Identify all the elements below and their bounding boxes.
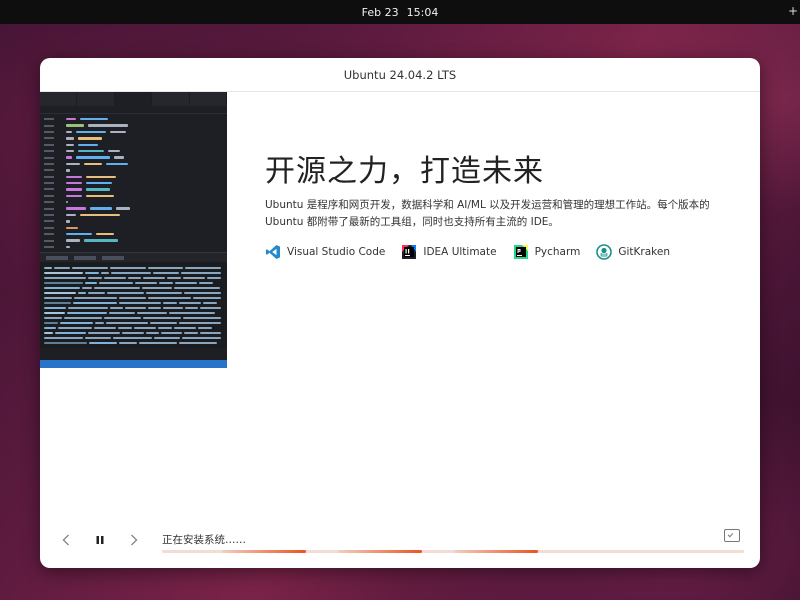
previous-slide-button[interactable]: [56, 530, 76, 550]
installer-window: Ubuntu 24.04.2 LTS 开源之力，打造未来 Ubuntu 是程序和…: [40, 58, 760, 568]
top-bar: Feb 23 15:04 +: [0, 0, 800, 24]
ide-panel-tabs: [40, 252, 227, 263]
next-slide-button[interactable]: [124, 530, 144, 550]
tool-pycharm: Pycharm: [513, 244, 581, 260]
progress-pulse: [222, 550, 306, 553]
ide-terminal: [40, 262, 227, 349]
ide-status-bar: [40, 360, 227, 368]
pycharm-icon: [513, 244, 529, 260]
tool-label: Visual Studio Code: [287, 246, 386, 258]
slideshow-controls: 正在安装系统……: [40, 526, 760, 556]
tool-idea: IDEA Ultimate: [401, 244, 497, 260]
chevron-right-icon: [131, 534, 138, 546]
date-label: Feb 23: [361, 5, 399, 19]
tool-vscode: Visual Studio Code: [265, 244, 385, 260]
vscode-icon: [265, 244, 281, 260]
pause-slideshow-button[interactable]: [90, 530, 110, 550]
gitkraken-icon: [596, 244, 613, 260]
progress-pulse: [338, 550, 422, 553]
tool-label: Pycharm: [534, 246, 581, 258]
slide-headline: 开源之力，打造未来: [265, 154, 544, 189]
show-terminal-button[interactable]: [724, 529, 740, 542]
ide-code-area: [40, 114, 227, 252]
pause-icon: [96, 536, 104, 544]
ide-tool-list: Visual Studio Code IDEA Ultimate Pycharm…: [265, 244, 670, 260]
tool-label: GitKraken: [618, 246, 670, 258]
window-titlebar: Ubuntu 24.04.2 LTS: [40, 58, 760, 92]
install-progress-bar: [162, 550, 744, 553]
install-status-text: 正在安装系统……: [162, 534, 246, 546]
tool-gitkraken: GitKraken: [596, 244, 670, 260]
ide-tabs: [40, 92, 227, 106]
intellij-idea-icon: [401, 244, 417, 260]
time-label: 15:04: [406, 5, 439, 19]
ide-screenshot-image: [40, 92, 227, 368]
tool-label: IDEA Ultimate: [423, 246, 497, 258]
window-title: Ubuntu 24.04.2 LTS: [343, 67, 457, 82]
system-menu-icon[interactable]: +: [788, 4, 798, 18]
progress-pulse: [454, 550, 538, 553]
slide-description: Ubuntu 是程序和网页开发，数据科学和 AI/ML 以及开发运营和管理的理想…: [265, 199, 710, 228]
clock[interactable]: Feb 23 15:04: [362, 6, 439, 19]
chevron-left-icon: [62, 534, 69, 546]
